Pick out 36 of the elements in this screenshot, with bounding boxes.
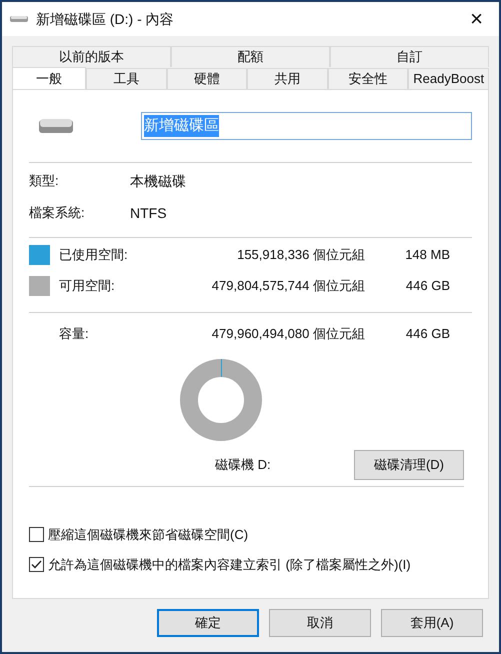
tab[interactable]: 配額: [171, 46, 330, 67]
info-value: 本機磁碟: [130, 172, 186, 190]
capacity-bytes: 479,960,494,080 個位元組: [210, 325, 365, 344]
space-bytes: 479,804,575,744 個位元組: [210, 277, 365, 296]
tab[interactable]: 安全性: [328, 68, 408, 89]
drive-icon: [39, 118, 73, 134]
tab[interactable]: ReadyBoost: [408, 68, 489, 89]
checkbox-label: 允許為這個磁碟機中的檔案內容建立索引 (除了檔案屬性之外)(I): [48, 556, 411, 574]
drive-icon: [10, 15, 28, 23]
dialog-button[interactable]: 套用(A): [381, 609, 483, 637]
tab[interactable]: 自訂: [330, 46, 489, 67]
tab[interactable]: 以前的版本: [12, 46, 171, 67]
dialog-button[interactable]: 確定: [157, 609, 259, 637]
space-label: 已使用空間:: [59, 246, 129, 264]
check-icon: [31, 560, 42, 569]
info-label: 類型:: [29, 172, 60, 190]
checkbox[interactable]: [29, 527, 44, 542]
space-label: 可用空間:: [59, 277, 116, 296]
info-value: NTFS: [130, 204, 167, 222]
space-size: 148 MB: [404, 246, 450, 264]
tab[interactable]: 工具: [86, 68, 167, 89]
info-label: 檔案系統:: [29, 204, 86, 222]
window-title: 新增磁碟區 (D:) - 內容: [36, 10, 175, 29]
disk-cleanup-button[interactable]: 磁碟清理(D): [354, 450, 464, 480]
space-bytes: 155,918,336 個位元組: [236, 246, 365, 264]
capacity-label: 容量:: [59, 325, 90, 344]
close-button[interactable]: ×: [462, 8, 491, 30]
capacity-size: 446 GB: [404, 325, 450, 344]
checkbox-label: 壓縮這個磁碟機來節省磁碟空間(C): [48, 526, 248, 544]
tab[interactable]: 共用: [247, 68, 328, 89]
checkbox[interactable]: [29, 556, 44, 572]
dialog-button[interactable]: 取消: [269, 609, 371, 637]
drive-label: 磁碟機 D:: [215, 456, 271, 474]
tab[interactable]: 硬體: [166, 68, 248, 89]
space-size: 446 GB: [404, 277, 450, 296]
tab[interactable]: 一般: [12, 67, 86, 89]
